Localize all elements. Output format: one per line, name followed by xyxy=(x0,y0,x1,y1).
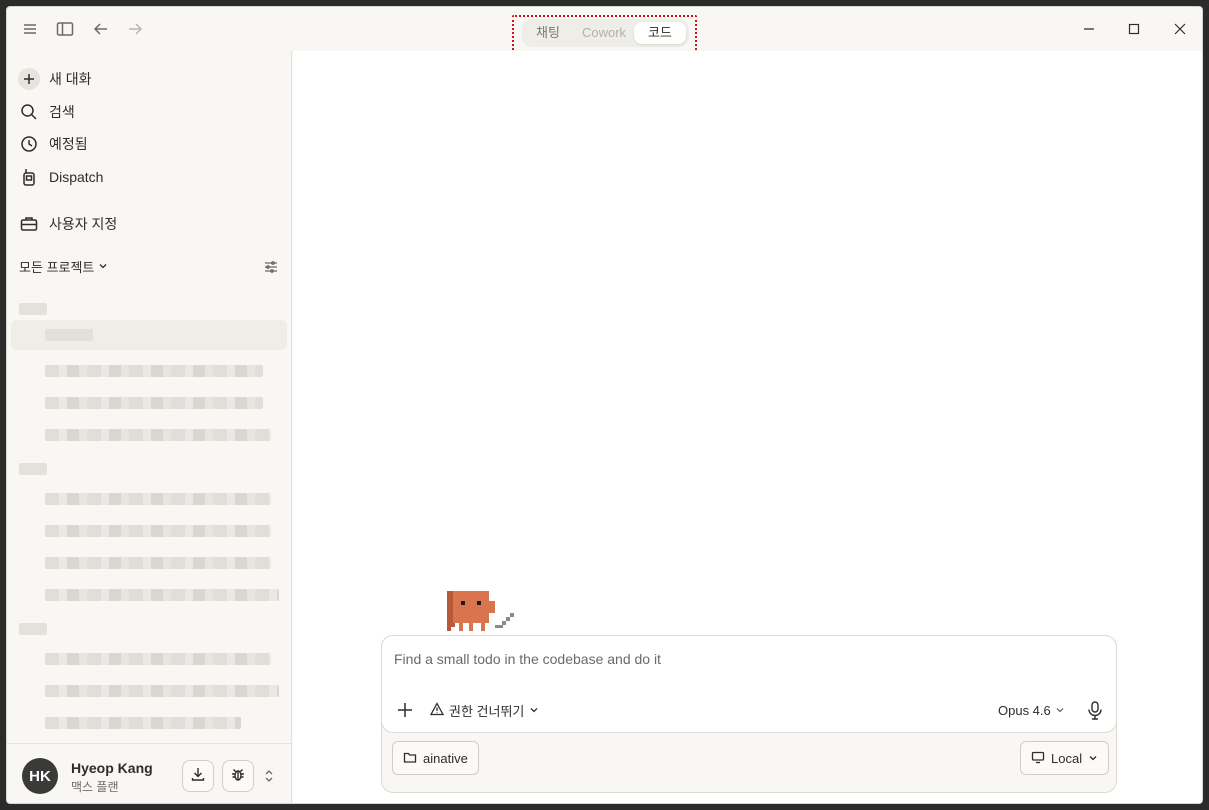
sidebar-item-search[interactable]: 검색 xyxy=(17,98,282,126)
app-window: 채팅 Cowork 코드 새 대화 검색 예정됨 Dispatch 사용자 지정… xyxy=(6,6,1203,804)
list-item[interactable] xyxy=(45,717,241,729)
forward-arrow-icon[interactable] xyxy=(124,18,146,40)
list-item xyxy=(19,303,47,315)
list-item[interactable] xyxy=(45,397,263,409)
sidebar: 새 대화 검색 예정됨 Dispatch 사용자 지정 모든 프로젝트 HK H… xyxy=(7,51,292,803)
menu-icon[interactable] xyxy=(19,18,41,40)
composer: Find a small todo in the codebase and do… xyxy=(381,635,1117,793)
model-dropdown[interactable]: Opus 4.6 xyxy=(998,700,1065,720)
tab-cowork[interactable]: Cowork xyxy=(574,22,634,44)
chevron-down-icon xyxy=(98,259,108,274)
sidebar-item-customize[interactable]: 사용자 지정 xyxy=(17,210,282,238)
minimize-icon[interactable] xyxy=(1078,18,1100,40)
environment-label: Local xyxy=(1051,750,1083,766)
sidebar-item-label: 새 대화 xyxy=(49,71,92,87)
list-item[interactable] xyxy=(45,365,263,377)
prompt-box[interactable]: Find a small todo in the codebase and do… xyxy=(381,635,1117,733)
user-plan: 맥스 플랜 xyxy=(71,780,119,794)
list-item[interactable] xyxy=(45,493,271,505)
sidebar-item-label: 검색 xyxy=(49,104,75,120)
list-item[interactable] xyxy=(45,329,93,341)
sidebar-item-label: 예정됨 xyxy=(49,136,88,152)
monitor-icon xyxy=(1031,750,1045,767)
tab-code[interactable]: 코드 xyxy=(634,22,686,44)
list-item[interactable] xyxy=(45,589,279,601)
sidebar-toggle-icon[interactable] xyxy=(54,18,76,40)
list-item xyxy=(19,623,47,635)
list-item[interactable] xyxy=(45,557,271,569)
avatar[interactable]: HK xyxy=(22,758,58,794)
sidebar-item-dispatch[interactable]: Dispatch xyxy=(17,163,282,191)
toolbox-icon xyxy=(17,212,41,236)
title-bar: 채팅 Cowork 코드 xyxy=(7,7,1202,58)
list-item[interactable] xyxy=(45,429,271,441)
mascot-pixel-art xyxy=(439,589,523,637)
download-icon xyxy=(190,766,206,787)
warning-icon xyxy=(429,701,445,719)
list-item[interactable] xyxy=(45,685,279,697)
sidebar-item-label: Dispatch xyxy=(49,169,104,185)
user-menu[interactable]: HK Hyeop Kang 맥스 플랜 xyxy=(7,743,292,803)
search-icon xyxy=(17,100,41,124)
chevron-down-icon xyxy=(1088,751,1098,766)
plus-icon xyxy=(17,67,41,91)
user-name: Hyeop Kang xyxy=(71,760,153,776)
bug-icon xyxy=(230,766,246,787)
clock-icon xyxy=(17,132,41,156)
chevron-down-icon xyxy=(529,703,539,718)
mode-switch: 채팅 Cowork 코드 xyxy=(522,19,689,47)
microphone-icon[interactable] xyxy=(1084,699,1106,721)
permission-dropdown[interactable]: 권한 건너뛰기 xyxy=(429,700,539,720)
main-content: Find a small todo in the codebase and do… xyxy=(293,51,1202,803)
sidebar-item-new-chat[interactable]: 새 대화 xyxy=(17,65,282,93)
projects-filter-dropdown[interactable]: 모든 프로젝트 xyxy=(19,257,108,276)
projects-label: 모든 프로젝트 xyxy=(19,260,95,275)
list-item[interactable] xyxy=(45,653,271,665)
permission-label: 권한 건너뛰기 xyxy=(449,703,525,719)
tab-chat[interactable]: 채팅 xyxy=(528,22,568,44)
chevron-down-icon xyxy=(1055,703,1065,718)
folder-icon xyxy=(403,750,417,767)
folder-label: ainative xyxy=(423,750,468,766)
prompt-input[interactable]: Find a small todo in the codebase and do… xyxy=(394,651,661,667)
add-attachment-icon[interactable] xyxy=(395,700,415,720)
sidebar-item-label: 사용자 지정 xyxy=(49,216,118,232)
walkie-talkie-icon xyxy=(17,165,41,189)
sidebar-item-scheduled[interactable]: 예정됨 xyxy=(17,130,282,158)
close-icon[interactable] xyxy=(1169,18,1191,40)
back-arrow-icon[interactable] xyxy=(90,18,112,40)
maximize-icon[interactable] xyxy=(1123,18,1145,40)
filter-settings-icon[interactable] xyxy=(263,259,279,275)
model-label: Opus 4.6 xyxy=(998,702,1051,718)
download-button[interactable] xyxy=(182,760,214,792)
list-item[interactable] xyxy=(45,525,271,537)
expand-updown-icon[interactable] xyxy=(262,768,276,784)
bug-report-button[interactable] xyxy=(222,760,254,792)
list-item xyxy=(19,463,47,475)
environment-dropdown[interactable]: Local xyxy=(1020,741,1110,775)
folder-button[interactable]: ainative xyxy=(392,741,479,775)
